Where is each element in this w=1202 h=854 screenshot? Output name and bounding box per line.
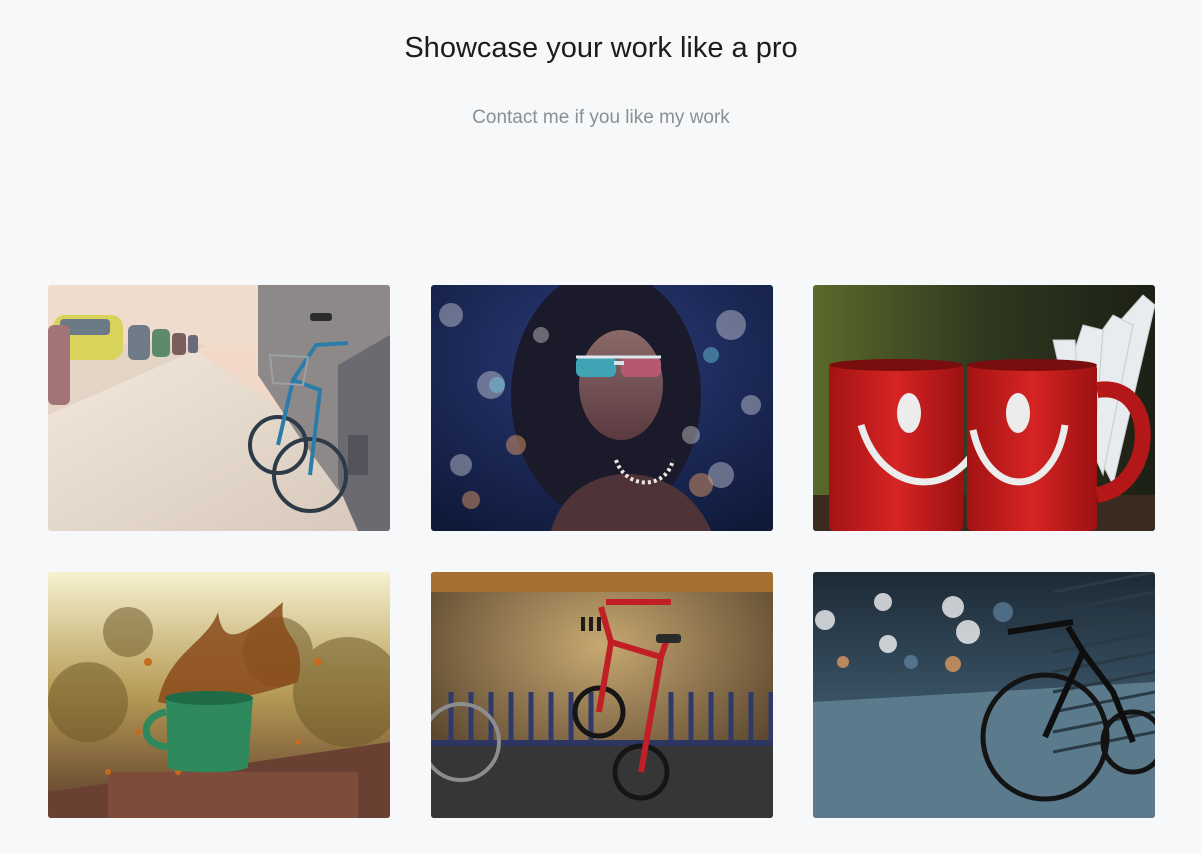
red-mugs-photo: [813, 285, 1155, 531]
gallery-item-portrait-bokeh[interactable]: [430, 285, 773, 531]
bicycle-street-photo: [48, 285, 390, 531]
gallery-item-red-bicycle[interactable]: [430, 572, 773, 818]
portfolio-gallery: [48, 285, 1155, 818]
page-subtitle: Contact me if you like my work: [472, 107, 730, 128]
red-bicycle-photo: [430, 572, 773, 818]
gallery-item-bicycle-street[interactable]: [48, 285, 390, 531]
night-bicycle-photo: [813, 572, 1155, 818]
page-title: Showcase your work like a pro: [404, 32, 798, 64]
gallery-item-coffee-splash[interactable]: [48, 572, 390, 818]
gallery-item-red-mugs[interactable]: [813, 285, 1155, 531]
coffee-splash-photo: [48, 572, 390, 818]
portrait-bokeh-photo: [430, 285, 773, 531]
gallery-item-night-bicycle[interactable]: [813, 572, 1155, 818]
